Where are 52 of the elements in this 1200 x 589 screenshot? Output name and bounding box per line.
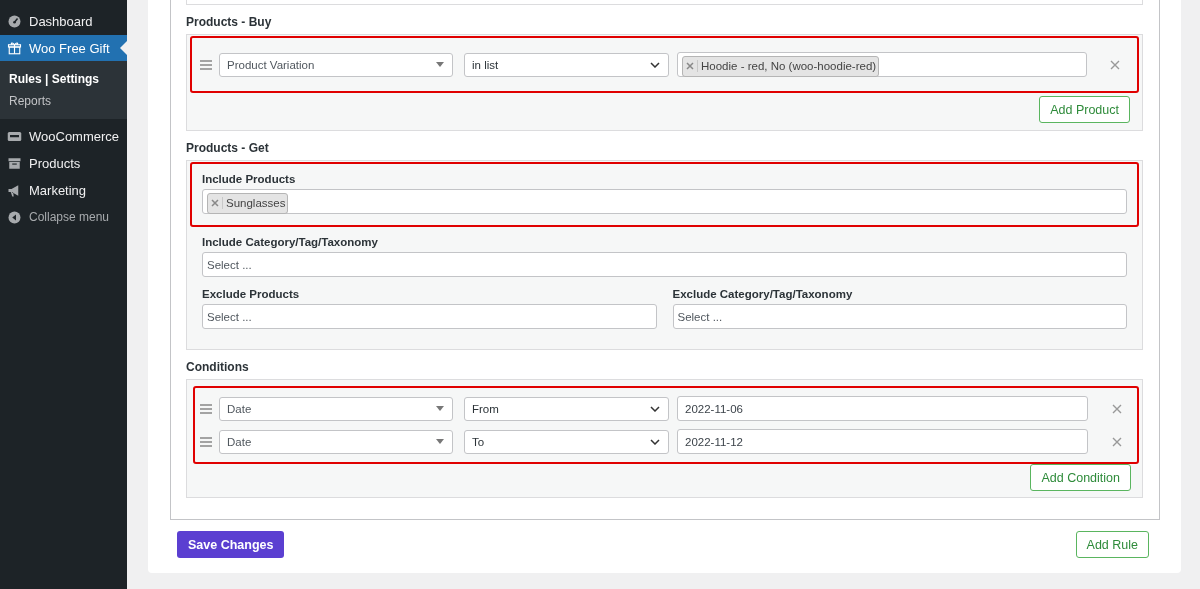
drag-handle-icon[interactable] (200, 403, 212, 414)
collapse-icon (7, 209, 22, 225)
remove-icon[interactable] (683, 60, 698, 72)
caret-icon (436, 406, 444, 411)
product-tag: Sunglasses (207, 192, 289, 214)
section-title: Conditions (186, 360, 250, 374)
exclude-products-field[interactable]: Select ... (202, 304, 657, 329)
close-icon[interactable] (1112, 403, 1122, 414)
include-taxonomy-field[interactable]: Select ... (202, 252, 1127, 277)
type-select[interactable]: Date (219, 396, 453, 421)
type-select[interactable]: Date (219, 429, 453, 454)
menu-item[interactable]: Products (0, 150, 127, 176)
field-label: Include Products (202, 173, 297, 185)
chevron-icon (650, 61, 660, 68)
submenu-item[interactable]: Reports (0, 90, 127, 112)
menu-item[interactable]: Dashboard (0, 8, 127, 34)
gift-icon (7, 40, 22, 56)
field-label: Exclude Products (202, 288, 301, 300)
operator-select[interactable]: To (464, 429, 669, 454)
submenu-item[interactable]: Rules | Settings (0, 68, 127, 90)
collapse-menu-button[interactable]: Collapse menu (0, 204, 127, 230)
exclude-taxonomy-field[interactable]: Select ... (672, 304, 1127, 329)
product-tag: Hoodie - red, No (woo-hoodie-red) (682, 55, 880, 77)
add-condition-button[interactable]: Add Condition (1030, 464, 1131, 491)
field-label: Exclude Category/Tag/Taxonomy (672, 288, 854, 300)
archive-icon (7, 155, 22, 171)
field-label: Include Category/Tag/Taxonomy (202, 236, 379, 248)
close-icon[interactable] (1110, 59, 1120, 70)
caret-icon (436, 439, 444, 444)
include-products-field[interactable]: Sunglasses (202, 189, 1127, 214)
add-rule-button[interactable]: Add Rule (1075, 531, 1149, 558)
section-title: Products - Get (186, 141, 270, 155)
remove-icon[interactable] (208, 197, 223, 209)
drag-handle-icon[interactable] (200, 436, 212, 447)
chevron-icon (650, 438, 660, 445)
menu-item[interactable]: WooCommerce (0, 123, 127, 149)
caret-icon (436, 62, 444, 67)
save-changes-button[interactable]: Save Changes (177, 531, 285, 558)
close-icon[interactable] (1112, 436, 1122, 447)
chevron-icon (650, 405, 660, 412)
operator-select[interactable]: in list (464, 52, 669, 77)
menu-item[interactable]: Marketing (0, 177, 127, 203)
type-select[interactable]: Product Variation (219, 52, 453, 77)
add-product-button[interactable]: Add Product (1039, 96, 1130, 123)
date-field[interactable]: 2022-11-06 (677, 396, 1088, 421)
date-field[interactable]: 2022-11-12 (677, 429, 1088, 454)
section-title: Products - Buy (186, 15, 273, 29)
gauge-icon (7, 13, 22, 29)
products-field[interactable]: Hoodie - red, No (woo-hoodie-red) (677, 52, 1087, 77)
drag-handle-icon[interactable] (200, 59, 212, 70)
operator-select[interactable]: From (464, 396, 669, 421)
menu-item[interactable]: Woo Free Gift (0, 35, 127, 61)
